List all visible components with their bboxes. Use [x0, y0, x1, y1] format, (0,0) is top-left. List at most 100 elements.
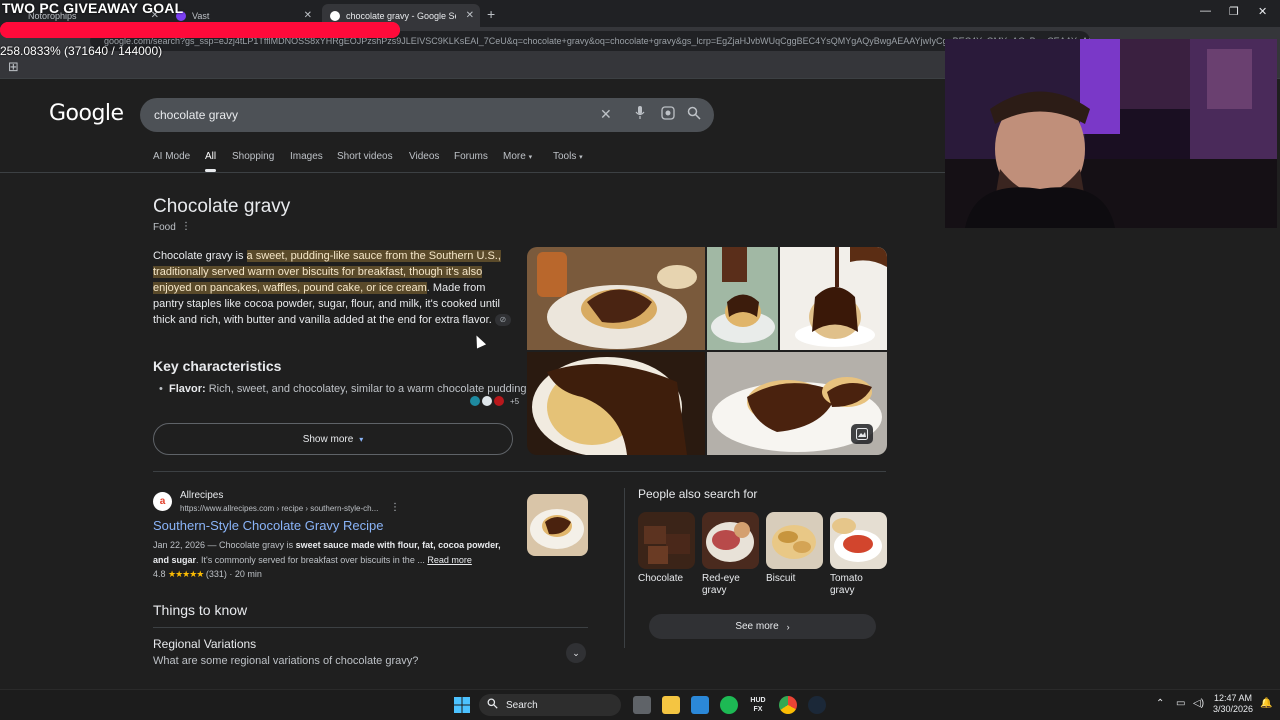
search-input[interactable]: chocolate gravy: [154, 108, 238, 122]
camera-lens-icon[interactable]: [661, 106, 675, 123]
chevron-right-icon: ›: [786, 621, 790, 632]
divider: [624, 488, 625, 648]
close-icon[interactable]: ✕: [304, 10, 312, 21]
accordion-subtitle[interactable]: What are some regional variations of cho…: [153, 655, 418, 667]
chevron-up-icon[interactable]: ⌃: [1156, 698, 1164, 709]
related-search-item[interactable]: Red-eye gravy: [702, 512, 759, 597]
divider: [153, 471, 886, 472]
accordion-question[interactable]: Regional Variations: [153, 637, 256, 651]
google-favicon-icon: [330, 10, 340, 21]
bullet-label: Flavor:: [168, 383, 206, 395]
result-url[interactable]: https://www.allrecipes.com › recipe › so…: [180, 504, 378, 513]
related-search-label: Biscuit: [766, 573, 796, 584]
knowledge-panel-title: Chocolate gravy: [153, 196, 291, 217]
key-characteristics-heading: Key characteristics: [153, 358, 282, 374]
tab-more-label: More: [503, 151, 526, 162]
fade-overlay: [150, 400, 520, 414]
more-options-icon[interactable]: ⋮: [390, 502, 400, 513]
desc-lead: Chocolate gravy is: [153, 250, 247, 262]
tab-videos[interactable]: Videos: [409, 151, 439, 162]
tab-tools[interactable]: Tools ▾: [553, 151, 583, 162]
gravy-image[interactable]: [780, 247, 887, 350]
new-tab-icon[interactable]: +: [487, 6, 495, 22]
image-gallery-icon[interactable]: [851, 424, 873, 444]
list-item: • Flavor: Rich, sweet, and chocolatey, s…: [159, 383, 530, 395]
search-icon[interactable]: [687, 106, 701, 123]
tab-label: chocolate gravy - Google Search: [346, 10, 456, 21]
search-icon: [487, 698, 498, 712]
related-search-image: [830, 512, 887, 569]
task-view-icon[interactable]: [633, 696, 651, 714]
giveaway-goal-progress: 258.0833% (371640 / 144000): [0, 44, 163, 58]
knowledge-panel-category: Food: [153, 222, 176, 233]
taskbar-search-label: Search: [506, 699, 538, 711]
related-search-item[interactable]: Tomato gravy: [830, 512, 887, 597]
show-more-button[interactable]: Show more ▾: [153, 423, 513, 455]
search-box[interactable]: chocolate gravy ✕: [140, 98, 714, 132]
gravy-image[interactable]: [527, 352, 705, 455]
tab-shopping[interactable]: Shopping: [232, 151, 274, 162]
see-more-button[interactable]: See more ›: [649, 614, 876, 639]
related-search-item[interactable]: Biscuit: [766, 512, 823, 585]
close-icon[interactable]: ✕: [466, 10, 474, 21]
snippet-date: Jan 22, 2026 — Chocolate gravy is: [153, 540, 296, 550]
result-site-name[interactable]: Allrecipes: [180, 490, 223, 501]
related-search-item[interactable]: Chocolate: [638, 512, 695, 585]
taskbar-clock[interactable]: 12:47 AM 3/30/2026: [1211, 693, 1255, 715]
related-search-label: Chocolate: [638, 573, 684, 584]
show-more-label: Show more: [302, 433, 354, 445]
divider: [0, 172, 945, 173]
window-close-icon[interactable]: ✕: [1258, 5, 1267, 18]
notepad-icon[interactable]: [691, 696, 709, 714]
windows-taskbar: Search HUD FX ⌃ ▭ ◁) 12:47 AM 3/30/2026 🔔: [0, 689, 1280, 720]
related-search-image: [702, 512, 759, 569]
chevron-down-icon: ▾: [579, 154, 583, 161]
more-options-icon[interactable]: ⋮: [181, 221, 191, 232]
minimize-icon[interactable]: —: [1200, 5, 1211, 17]
tab-label: Vast: [192, 10, 210, 21]
related-search-image: [638, 512, 695, 569]
tab-tools-label: Tools: [553, 151, 577, 162]
rating-meta: (331) · 20 min: [205, 569, 262, 579]
tab-ai-mode[interactable]: AI Mode: [153, 151, 190, 162]
source-badges[interactable]: +5: [470, 396, 519, 406]
steam-icon[interactable]: [808, 696, 826, 714]
hud-fx-icon[interactable]: HUD FX: [749, 696, 767, 714]
microphone-icon[interactable]: [635, 106, 645, 123]
taskbar-search[interactable]: Search: [479, 694, 621, 716]
file-explorer-icon[interactable]: [662, 696, 680, 714]
image-grid: [527, 247, 887, 455]
gravy-image[interactable]: [527, 247, 705, 350]
chevron-down-icon: ▾: [528, 154, 533, 161]
result-title-link[interactable]: Southern-Style Chocolate Gravy Recipe: [153, 518, 384, 533]
restore-icon[interactable]: ❐: [1229, 5, 1239, 18]
notification-icon[interactable]: 🔔: [1260, 698, 1272, 709]
google-logo[interactable]: Google: [49, 101, 124, 126]
related-search-image: [766, 512, 823, 569]
allrecipes-favicon-icon[interactable]: a: [153, 492, 172, 511]
source-icon: [494, 396, 504, 406]
clock-time: 12:47 AM: [1213, 693, 1253, 703]
people-also-search-heading: People also search for: [638, 487, 758, 501]
source-icon: [482, 396, 492, 406]
result-thumbnail[interactable]: [527, 494, 588, 556]
chevron-down-icon: ▾: [359, 434, 364, 444]
gravy-image[interactable]: [707, 247, 778, 350]
tab-forums[interactable]: Forums: [454, 151, 488, 162]
tab-short-videos[interactable]: Short videos: [337, 151, 393, 162]
webcam-overlay: [945, 39, 1277, 228]
network-icon[interactable]: ▭: [1176, 698, 1185, 709]
apps-grid-icon[interactable]: ⊞: [8, 59, 19, 75]
windows-start-icon[interactable]: [453, 696, 471, 714]
volume-icon[interactable]: ◁): [1193, 698, 1204, 709]
spotify-icon[interactable]: [720, 696, 738, 714]
chrome-icon[interactable]: [779, 696, 797, 714]
snippet-rest: . It's commonly served for breakfast ove…: [196, 555, 428, 565]
tab-all[interactable]: All: [205, 151, 216, 162]
clear-icon[interactable]: ✕: [600, 106, 612, 123]
read-more-link[interactable]: Read more: [427, 555, 472, 565]
chevron-down-icon[interactable]: ⌄: [566, 643, 586, 663]
link-icon[interactable]: ⊘: [494, 314, 511, 327]
tab-more[interactable]: More ▾: [503, 151, 532, 162]
tab-images[interactable]: Images: [290, 151, 323, 162]
